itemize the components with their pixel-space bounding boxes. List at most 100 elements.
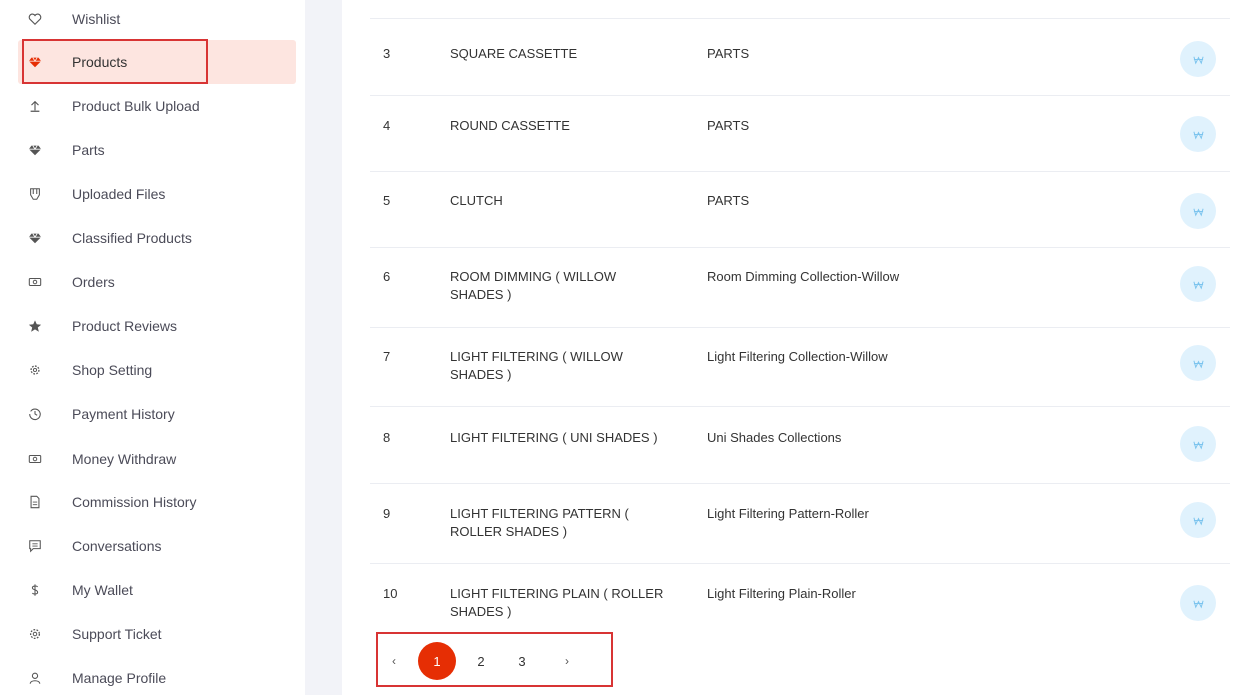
product-category: PARTS [707,118,750,133]
product-category: PARTS [707,193,750,208]
sidebar-item-money-withdraw[interactable]: Money Withdraw [18,437,296,481]
sidebar-item-parts[interactable]: Parts [18,128,296,172]
row-number: 8 [383,430,391,445]
sidebar-item-label: Payment History [72,406,175,422]
sidebar-item-label: Support Ticket [72,626,162,642]
wholesale-action-button[interactable] [1180,426,1216,462]
chat-icon [18,539,54,553]
product-category: Light Filtering Pattern-Roller [707,506,869,521]
wholesale-action-button[interactable] [1180,345,1216,381]
wholesale-action-button[interactable] [1180,266,1216,302]
diamond-icon [18,231,54,245]
sidebar-item-conversations[interactable]: Conversations [18,524,296,568]
wholesale-icon [1192,56,1204,65]
sidebar-item-label: My Wallet [72,582,133,598]
sidebar-item-product-bulk-upload[interactable]: Product Bulk Upload [18,84,296,128]
sidebar-item-classified-products[interactable]: Classified Products [18,216,296,260]
sidebar-item-product-reviews[interactable]: Product Reviews [18,304,296,348]
sidebar-item-support-ticket[interactable]: Support Ticket [18,612,296,656]
sidebar-item-commission-history[interactable]: Commission History [18,480,296,524]
row-number: 4 [383,118,391,133]
products-table: 3 SQUARE CASSETTE PARTS 4 ROUND CASSETTE… [342,0,1236,695]
sidebar-item-label: Orders [72,274,115,290]
wholesale-icon [1192,360,1204,369]
sidebar-item-label: Commission History [72,494,197,510]
sidebar-item-my-wallet[interactable]: My Wallet [18,568,296,612]
table-row: 8 LIGHT FILTERING ( UNI SHADES ) Uni Sha… [370,406,1230,483]
upload-icon [18,99,54,113]
sidebar-item-label: Product Bulk Upload [72,98,200,114]
pagination: ‹ 1 2 3 › [376,632,613,687]
sidebar-item-label: Parts [72,142,105,158]
row-number: 6 [383,269,391,284]
product-name: ROOM DIMMING ( WILLOW SHADES ) [450,269,617,302]
sidebar-item-label: Product Reviews [72,318,178,334]
sidebar-item-orders[interactable]: Orders [18,260,296,304]
sidebar-item-label: Money Withdraw [72,451,177,467]
wholesale-icon [1192,131,1204,140]
table-row: 4 ROUND CASSETTE PARTS [370,95,1230,171]
sidebar-item-label: Conversations [72,538,162,554]
wholesale-action-button[interactable] [1180,116,1216,152]
table-row: 10 LIGHT FILTERING PLAIN ( ROLLER SHADES… [370,563,1230,629]
pagination-page-2[interactable]: 2 [470,647,492,675]
row-number: 9 [383,506,391,521]
sidebar-item-uploaded-files[interactable]: Uploaded Files [18,172,296,216]
user-icon [18,671,54,685]
sidebar-item-products[interactable]: Products [18,40,296,84]
pagination-page-1[interactable]: 1 [418,642,456,680]
sidebar-item-shop-setting[interactable]: Shop Setting [18,348,296,392]
wholesale-icon [1192,281,1204,290]
product-name: LIGHT FILTERING PLAIN ( ROLLER SHADES ) [450,586,664,619]
content-gutter [305,0,342,695]
sidebar-item-label: Wishlist [72,11,121,27]
pagination-prev-button[interactable]: ‹ [383,647,405,675]
product-category: Light Filtering Plain-Roller [707,586,856,601]
pagination-next-button[interactable]: › [556,647,578,675]
money-icon [18,275,54,289]
sidebar-item-label: Shop Setting [72,362,153,378]
heart-icon [18,12,54,26]
sidebar: Wishlist Products Product Bulk Upload Pa… [0,0,305,695]
sidebar-item-label: Manage Profile [72,670,167,686]
sidebar-item-wishlist[interactable]: Wishlist [18,0,296,41]
sidebar-item-label: Uploaded Files [72,186,166,202]
product-category: PARTS [707,46,750,61]
sidebar-item-manage-profile[interactable]: Manage Profile [18,656,296,695]
product-name: CLUTCH [450,193,503,208]
wholesale-action-button[interactable] [1180,193,1216,229]
sidebar-item-label: Products [72,54,128,70]
table-row: 5 CLUTCH PARTS [370,171,1230,247]
row-number: 5 [383,193,391,208]
history-icon [18,407,54,421]
wholesale-icon [1192,208,1204,217]
gear-icon [18,363,54,377]
wholesale-action-button[interactable] [1180,585,1216,621]
table-row: 7 LIGHT FILTERING ( WILLOW SHADES ) Ligh… [370,327,1230,406]
row-number: 3 [383,46,391,61]
product-category: Room Dimming Collection-Willow [707,269,900,284]
sidebar-item-payment-history[interactable]: Payment History [18,392,296,436]
table-row: 6 ROOM DIMMING ( WILLOW SHADES ) Room Di… [370,247,1230,327]
table-row: 3 SQUARE CASSETTE PARTS [370,18,1230,95]
row-number: 10 [383,586,398,601]
row-number: 7 [383,349,391,364]
product-name: LIGHT FILTERING PATTERN ( ROLLER SHADES … [450,506,629,539]
table-row: 9 LIGHT FILTERING PATTERN ( ROLLER SHADE… [370,483,1230,563]
money-icon [18,452,54,466]
file-icon [18,495,54,509]
support-icon [18,627,54,641]
folder-icon [18,187,54,201]
wholesale-action-button[interactable] [1180,502,1216,538]
pagination-page-3[interactable]: 3 [511,647,533,675]
wholesale-icon [1192,441,1204,450]
sidebar-item-label: Classified Products [72,230,192,246]
dollar-icon [18,583,54,597]
star-icon [18,319,54,333]
product-category: Uni Shades Collections [707,430,842,445]
diamond-icon [18,143,54,157]
wholesale-action-button[interactable] [1180,41,1216,77]
product-name: LIGHT FILTERING ( UNI SHADES ) [450,430,658,445]
product-name: SQUARE CASSETTE [450,46,578,61]
wholesale-icon [1192,517,1204,526]
